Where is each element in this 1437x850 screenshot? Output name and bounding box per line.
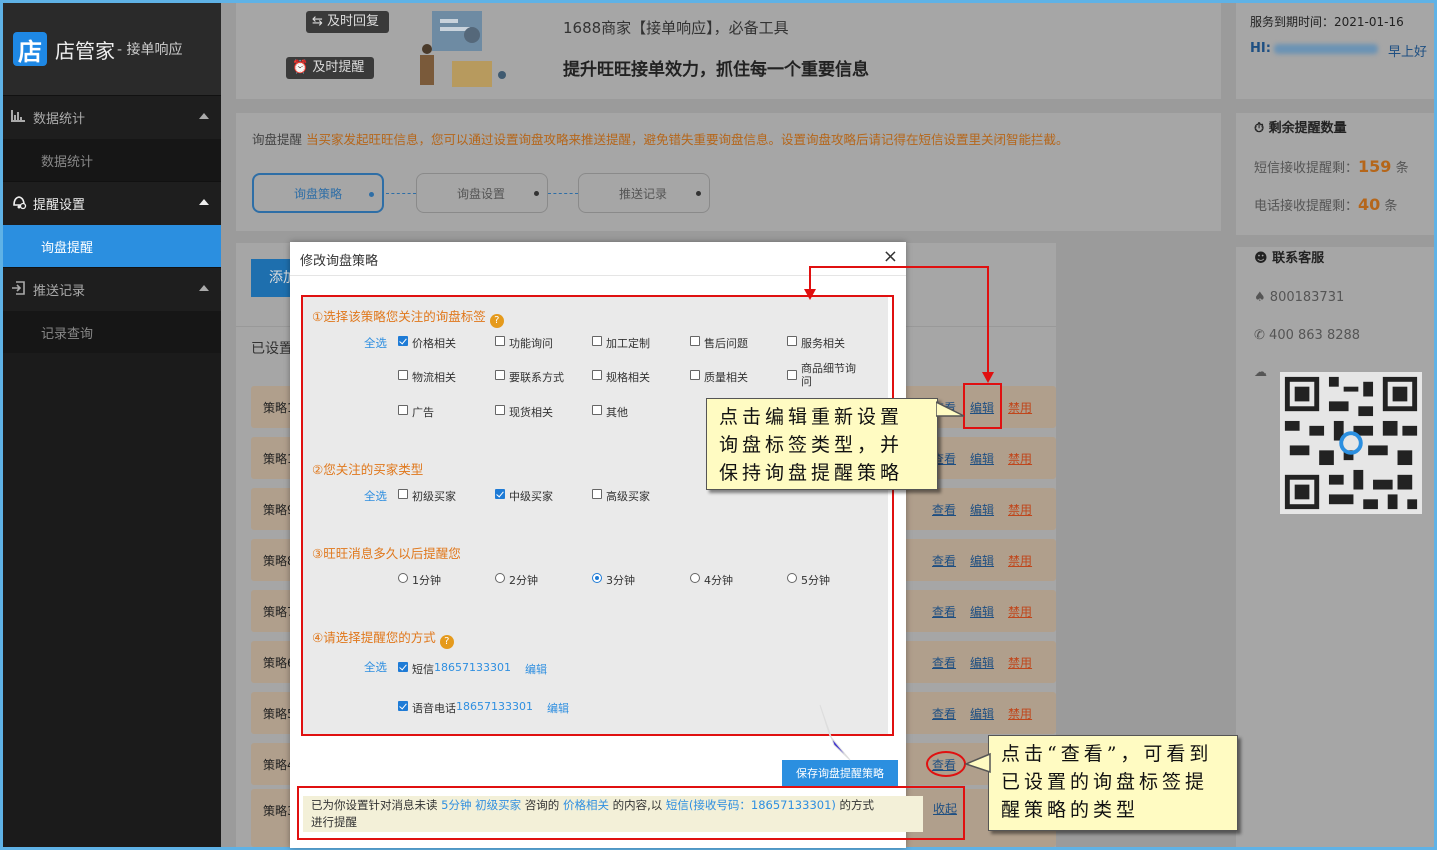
- edit-tip-callout: 点击编辑重新设置询盘标签类型，并保持询盘提醒策略: [706, 398, 938, 490]
- callout-pointer: [964, 752, 991, 774]
- callout-pointer: [936, 401, 965, 417]
- view-tip-callout: 点击“查看”，可看到已设置的询盘标签提醒策略的类型: [988, 735, 1238, 831]
